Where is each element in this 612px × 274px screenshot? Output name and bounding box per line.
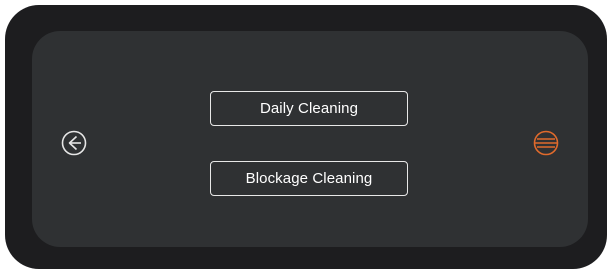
back-arrow-circle-icon xyxy=(61,130,87,156)
daily-cleaning-label: Daily Cleaning xyxy=(259,100,359,117)
device-frame: Daily Cleaning Blockage Cleaning xyxy=(5,5,607,269)
control-panel-screen: Daily Cleaning Blockage Cleaning xyxy=(32,31,588,247)
blockage-cleaning-button[interactable]: Blockage Cleaning xyxy=(210,161,408,196)
daily-cleaning-button[interactable]: Daily Cleaning xyxy=(210,91,408,126)
blockage-cleaning-label: Blockage Cleaning xyxy=(245,170,373,187)
back-button[interactable] xyxy=(60,129,88,157)
menu-button[interactable] xyxy=(532,129,560,157)
menu-lines-circle-icon xyxy=(533,130,559,156)
